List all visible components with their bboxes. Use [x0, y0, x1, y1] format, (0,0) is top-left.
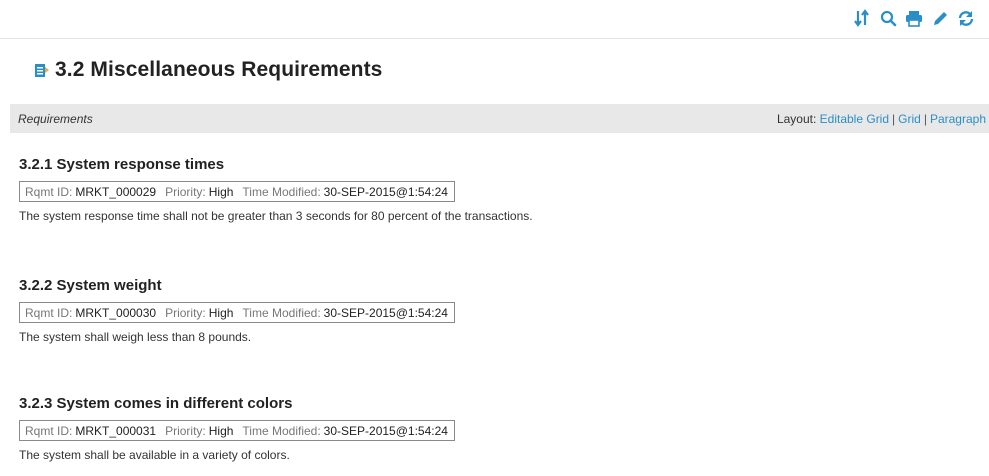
requirement-heading[interactable]: 3.2.3 System comes in different colors	[19, 395, 455, 417]
time-modified-value: 30-SEP-2015@1:54:24	[323, 305, 448, 320]
priority-value: High	[208, 305, 234, 320]
priority-value: High	[208, 184, 234, 199]
rqmt-id-value: MRKT_000030	[75, 305, 157, 320]
layout-separator: |	[923, 112, 927, 126]
page-title: 3.2 Miscellaneous Requirements	[33, 58, 382, 82]
layout-separator: |	[892, 112, 896, 126]
priority-label: Priority:	[165, 184, 206, 199]
time-modified-label: Time Modified:	[242, 305, 321, 320]
requirement-item: 3.2.2 System weight Rqmt ID: MRKT_000030…	[19, 277, 455, 344]
rqmt-id-value: MRKT_000031	[75, 423, 157, 438]
section-label: Requirements	[18, 112, 93, 126]
rqmt-id-value: MRKT_000029	[75, 184, 157, 199]
rqmt-id-label: Rqmt ID:	[25, 305, 73, 320]
toolbar-actions	[853, 9, 975, 27]
requirement-heading[interactable]: 3.2.2 System weight	[19, 277, 455, 299]
requirement-description: The system shall weigh less than 8 pound…	[19, 330, 252, 344]
rqmt-id-label: Rqmt ID:	[25, 423, 73, 438]
requirements-section-bar: Requirements Layout: Editable Grid | Grid |…	[10, 104, 989, 133]
requirement-meta: Rqmt ID: MRKT_000031 Priority: High Time…	[19, 420, 455, 441]
rqmt-id-label: Rqmt ID:	[25, 184, 73, 199]
layout-paragraph-link[interactable]: Paragraph	[930, 112, 986, 126]
time-modified-label: Time Modified:	[242, 184, 321, 199]
time-modified-label: Time Modified:	[242, 423, 321, 438]
requirement-meta: Rqmt ID: MRKT_000030 Priority: High Time…	[19, 302, 455, 323]
priority-value: High	[208, 423, 234, 438]
time-modified-value: 30-SEP-2015@1:54:24	[323, 184, 448, 199]
requirement-description: The system shall be available in a varie…	[19, 448, 290, 462]
refresh-icon[interactable]	[957, 9, 975, 27]
edit-icon[interactable]	[931, 9, 949, 27]
requirement-item: 3.2.3 System comes in different colors R…	[19, 395, 455, 462]
document-icon	[33, 61, 51, 79]
priority-label: Priority:	[165, 305, 206, 320]
requirement-meta: Rqmt ID: MRKT_000029 Priority: High Time…	[19, 181, 455, 202]
sort-icon[interactable]	[853, 9, 871, 27]
layout-switcher: Layout: Editable Grid | Grid | Paragraph	[777, 112, 986, 126]
requirement-description: The system response time shall not be gr…	[19, 209, 533, 223]
layout-label: Layout:	[776, 112, 817, 126]
layout-grid-link[interactable]: Grid	[898, 112, 921, 126]
requirement-heading[interactable]: 3.2.1 System response times	[19, 156, 533, 178]
priority-label: Priority:	[165, 423, 206, 438]
top-toolbar	[0, 0, 989, 39]
layout-editable-grid-link[interactable]: Editable Grid	[820, 112, 889, 126]
time-modified-value: 30-SEP-2015@1:54:24	[323, 423, 448, 438]
search-icon[interactable]	[879, 9, 897, 27]
requirement-item: 3.2.1 System response times Rqmt ID: MRK…	[19, 156, 533, 223]
page-heading: 3.2 Miscellaneous Requirements	[55, 58, 383, 81]
print-icon[interactable]	[905, 9, 923, 27]
